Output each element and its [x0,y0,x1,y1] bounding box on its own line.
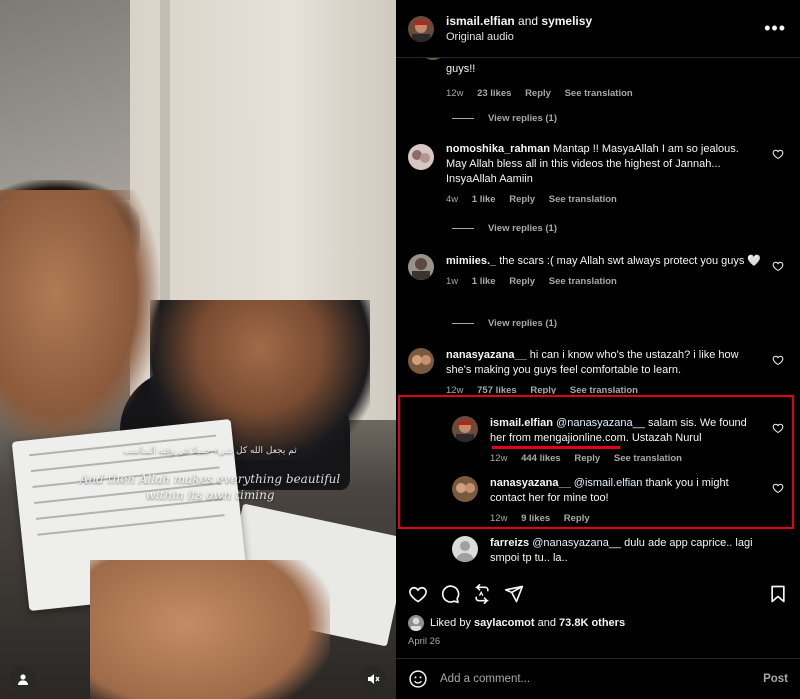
comment-composer: Post [396,658,800,699]
reply-button[interactable]: Reply [564,513,590,524]
reply-comment: nanasyazana__ @ismail.elfian thank you i… [452,476,788,524]
likes-others-link[interactable]: 73.8K others [559,617,625,629]
view-replies-button[interactable]: View replies (1) [452,223,557,234]
reply-button[interactable]: Reply [525,88,551,99]
speaker-muted-icon[interactable] [360,666,386,692]
comment: mimiies._ the scars :( may Allah swt alw… [408,254,788,287]
avatar[interactable] [452,416,478,442]
reply-button[interactable]: Reply [530,385,556,394]
comment-text: nomoshika_rahman Mantap !! MasyaAllah I … [446,143,739,185]
comment-time[interactable]: 4w [446,194,458,205]
mention-link[interactable]: @ismail.elfian [574,477,643,489]
avatar[interactable] [408,144,434,170]
heart-icon[interactable] [772,422,784,434]
post-date[interactable]: April 26 [408,636,440,647]
comment-text: ismail.elfian @nanasyazana__ salam sis. … [490,417,747,444]
comment-time[interactable]: 12w [490,513,507,524]
comment-time[interactable]: 12w [490,453,507,464]
comment-username[interactable]: farreizs [490,537,529,549]
audio-link[interactable]: Original audio [446,31,592,43]
liker-username[interactable]: saylacomot [474,617,535,629]
reply-button[interactable]: Reply [509,276,535,287]
comment-likes[interactable]: 23 likes [477,88,511,99]
likes-summary[interactable]: Liked by saylacomot and 73.8K others [408,615,625,631]
comment-time[interactable]: 1w [446,276,458,287]
more-options-icon[interactable]: ••• [764,18,786,39]
repost-icon[interactable] [472,584,492,604]
comment-likes[interactable]: 757 likes [477,385,517,394]
bookmark-icon[interactable] [768,584,788,604]
ceiling [0,0,130,200]
comment-time[interactable]: 12w [446,88,463,99]
person-left [0,190,160,450]
see-translation-link[interactable]: See translation [549,276,617,287]
caption-english-line-1: And then Allah makes everything beautifu… [79,472,341,486]
avatar[interactable] [408,254,434,280]
see-translation-link[interactable]: See translation [614,453,682,464]
comment-likes[interactable]: 1 like [472,276,496,287]
heart-icon[interactable] [772,354,784,366]
heart-icon[interactable] [772,148,784,160]
smile-icon[interactable] [408,669,428,689]
heart-icon[interactable] [772,482,784,494]
mention-link[interactable]: @nanasyazana__ [556,417,645,429]
comment-text: guys!! [446,63,476,75]
mention-link[interactable]: @nanasyazana__ [532,537,621,549]
post-button[interactable]: Post [763,673,788,685]
avatar[interactable] [408,15,434,42]
comment-text: nanasyazana__ @ismail.elfian thank you i… [490,477,729,504]
comment-likes[interactable]: 1 like [472,194,496,205]
comment-username[interactable]: nanasyazana__ [446,349,527,361]
comment-username[interactable]: mimiies._ [446,255,496,267]
comment-username[interactable]: nanasyazana__ [490,477,571,489]
comment-username[interactable]: ismail.elfian [490,417,553,429]
see-translation-link[interactable]: See translation [549,194,617,205]
avatar[interactable] [408,348,434,374]
view-replies-button[interactable]: View replies (1) [452,113,557,124]
reply-comment: ismail.elfian @nanasyazana__ salam sis. … [452,416,788,464]
avatar[interactable] [420,58,446,60]
post-authors: ismail.elfian and symelisy [446,14,593,28]
comment-text: nanasyazana__ hi can i know who's the us… [446,349,739,376]
view-replies-button[interactable]: View replies (1) [452,318,557,329]
send-icon[interactable] [504,584,524,604]
caption-arabic: ثم يجعل الله كل شيء جميلا في وقته المناس… [123,446,297,456]
heart-icon[interactable] [772,260,784,272]
comment-likes[interactable]: 444 likes [521,453,561,464]
heart-icon[interactable] [408,584,428,604]
hand [90,560,330,699]
person-icon[interactable] [10,666,36,692]
post-panel: ismail.elfian and symelisy Original audi… [396,0,800,699]
avatar[interactable] [452,476,478,502]
comment-username[interactable]: nomoshika_rahman [446,143,550,155]
comment: nanasyazana__ hi can i know who's the us… [408,348,788,394]
author-link-1[interactable]: ismail.elfian [446,14,515,28]
post-header: ismail.elfian and symelisy Original audi… [396,0,800,58]
comment: nomoshika_rahman Mantap !! MasyaAllah I … [408,142,788,205]
video-caption: ثم يجعل الله كل شيء جميلا في وقته المناس… [60,443,360,503]
caption-english-line-2: within its own timing [145,488,275,502]
reply-button[interactable]: Reply [574,453,600,464]
reply-button[interactable]: Reply [509,194,535,205]
comment-text: farreizs @nanasyazana__ dulu ade app cap… [490,537,753,564]
reply-comment: farreizs @nanasyazana__ dulu ade app cap… [452,536,788,566]
action-bar [396,576,800,610]
avatar [408,615,424,631]
author-link-2[interactable]: symelisy [541,14,592,28]
comment: guys!! 12w 23 likes Reply See translatio… [408,58,788,99]
url-underline [492,446,620,449]
comments-list[interactable]: guys!! 12w 23 likes Reply See translatio… [396,58,800,576]
comment-input[interactable] [440,673,764,685]
comment-text: mimiies._ the scars :( may Allah swt alw… [446,255,762,267]
comment-likes[interactable]: 9 likes [521,513,550,524]
video-player[interactable]: ثم يجعل الله كل شيء جميلا في وقته المناس… [0,0,396,699]
avatar[interactable] [452,536,478,562]
see-translation-link[interactable]: See translation [565,88,633,99]
comment-time[interactable]: 12w [446,385,463,394]
see-translation-link[interactable]: See translation [570,385,638,394]
comment-icon[interactable] [440,584,460,604]
